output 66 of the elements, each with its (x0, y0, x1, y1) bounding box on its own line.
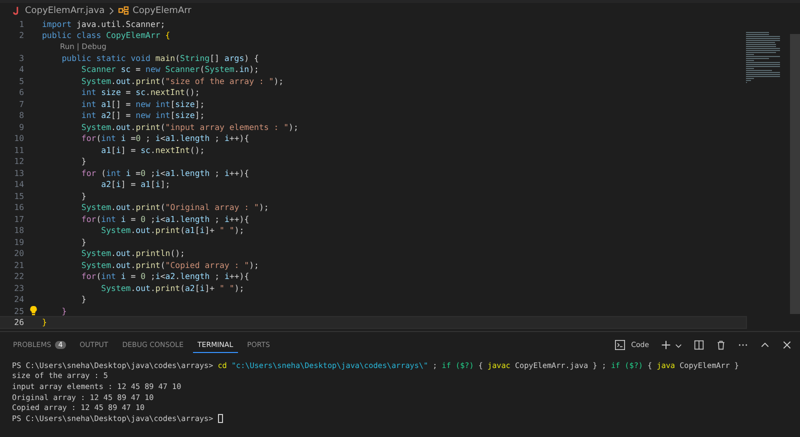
line-number: 20 (13, 248, 24, 258)
code-line: System.out.print("input array elements : "); (80, 122, 298, 132)
code-line: System.out.print("size of the array : "); (80, 76, 284, 86)
code-line: a2[i] = a1[i]; (100, 179, 170, 190)
line-number: 22 (13, 271, 24, 282)
breadcrumb-item[interactable]: CopyElemArr (132, 6, 192, 16)
code-line: System.out.print("Copied array : "); (80, 260, 259, 270)
line-number: 24 (13, 294, 24, 304)
java-file-icon (12, 6, 21, 15)
line-number: 25 (13, 306, 24, 316)
code-line: int size = sc.nextInt(); (80, 87, 200, 98)
line-number: 11 (13, 144, 24, 155)
code-line: System.out.print(a2[i]+ " "); (100, 282, 244, 293)
line-number: 16 (13, 202, 24, 212)
line-number: 5 (18, 76, 24, 86)
code-line: for(int i = 0 ;i<a1.length ; i++){ (80, 214, 250, 224)
code-line: Scanner sc = new Scanner(System.in); (80, 64, 259, 74)
line-number: 4 (18, 64, 24, 74)
code-line: } (80, 236, 86, 247)
code-line: public class CopyElemArr { (42, 30, 170, 40)
code-line: } (80, 190, 86, 201)
code-line: public static void main(String[] args) { (60, 52, 259, 63)
line-number: 12 (13, 156, 24, 166)
line-number: 18 (13, 225, 24, 236)
line-number: 23 (13, 282, 24, 293)
code-line: } (42, 317, 47, 328)
line-number: 7 (18, 98, 24, 109)
line-number: 9 (18, 122, 24, 132)
code-line: import java.util.Scanner; (42, 18, 166, 29)
line-number: 10 (13, 133, 24, 144)
line-number: 14 (13, 179, 24, 190)
chevron-down-icon[interactable] (675, 342, 682, 348)
code-line: for (int i =0 ;i<a1.length ; i++){ (80, 168, 250, 178)
code-line: for(int i =0 ; i<a1.length ; i++){ (80, 133, 250, 144)
code-line: for(int i = 0 ;i<a2.length ; i++){ (80, 271, 250, 282)
line-number: 26 (13, 317, 24, 328)
code-line: System.out.print("Original array : "); (80, 202, 269, 212)
line-number: 13 (13, 168, 24, 178)
line-number: 3 (18, 52, 24, 63)
lightbulb-icon[interactable] (28, 305, 38, 316)
close-icon[interactable] (782, 340, 792, 350)
line-number: 1 (18, 18, 24, 29)
code-line: a1[i] = sc.nextInt(); (100, 144, 205, 155)
line-number: 21 (13, 260, 24, 270)
code-line: } (60, 306, 67, 316)
line-number: 8 (18, 110, 24, 120)
code-line: int a2[] = new int[size]; (80, 110, 205, 120)
code-line: } (80, 156, 86, 166)
chevron-up-icon[interactable] (760, 340, 770, 350)
chevron-right-icon (108, 6, 114, 14)
line-number: 2 (18, 30, 24, 40)
code-line: } (80, 294, 86, 304)
line-number: 19 (13, 236, 24, 247)
scrollbar[interactable] (790, 34, 800, 314)
code-line: int a1[] = new int[size]; (80, 98, 205, 109)
trash-icon[interactable] (716, 340, 726, 350)
split-icon[interactable] (694, 340, 704, 350)
line-number: 6 (18, 87, 24, 98)
code-line: System.out.println(); (80, 248, 185, 258)
class-icon (118, 6, 129, 15)
breadcrumb-item[interactable]: CopyElemArr.java (25, 6, 105, 16)
terminal-icon[interactable] (615, 340, 626, 350)
code-line: System.out.print(a1[i]+ " "); (100, 225, 244, 236)
plus-icon[interactable] (661, 340, 671, 350)
line-number: 17 (13, 214, 24, 224)
line-number: 15 (13, 190, 24, 201)
